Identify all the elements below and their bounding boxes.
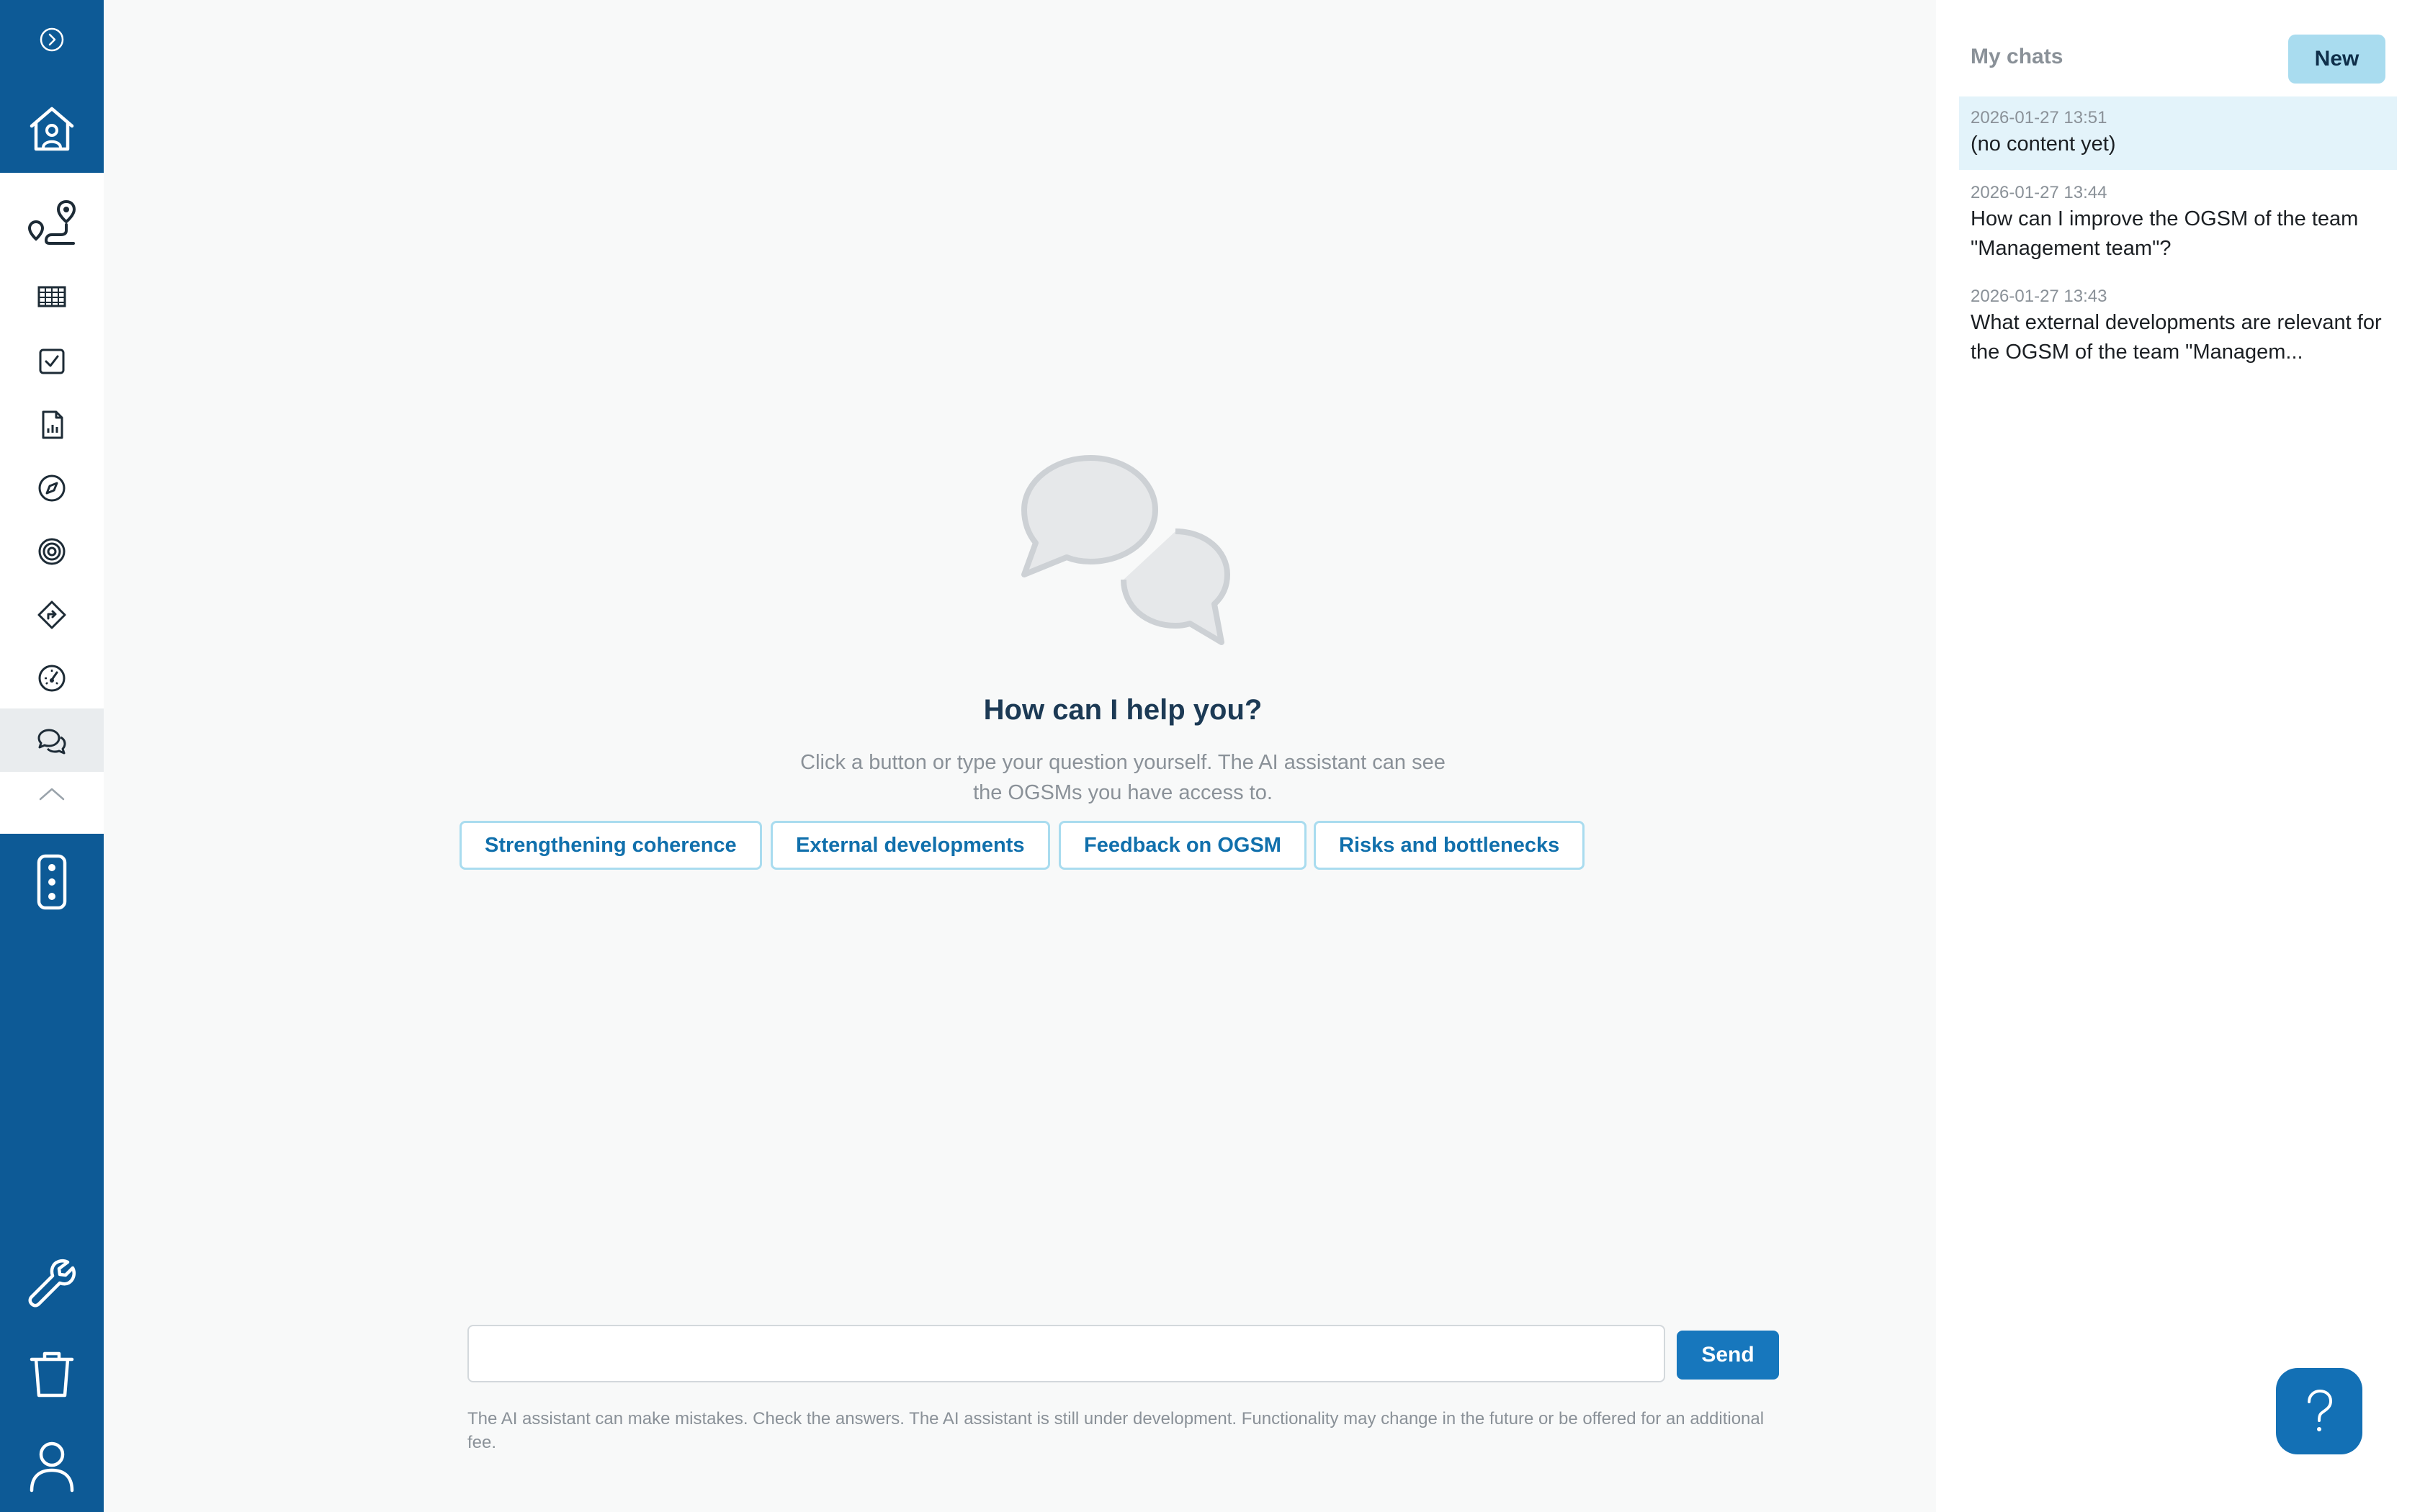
sidebar <box>0 0 104 1512</box>
chat-icon <box>37 729 66 755</box>
collapse-nav-button[interactable] <box>0 762 104 834</box>
trash-icon <box>30 1351 74 1398</box>
chat-preview: How can I improve the OGSM of the team "… <box>1971 207 2359 260</box>
home-icon <box>30 107 74 151</box>
suggestion-external-developments[interactable]: External developments <box>771 821 1050 870</box>
chevron-up-icon <box>39 788 65 801</box>
sidebar-item-traffic-light[interactable] <box>33 853 71 911</box>
route-icon <box>27 199 76 245</box>
chat-date: 2026-01-27 13:51 <box>1971 108 2107 127</box>
user-icon <box>30 1441 74 1493</box>
sidebar-item-table[interactable] <box>0 265 104 328</box>
suggestion-feedback-on-ogsm[interactable]: Feedback on OGSM <box>1059 821 1307 870</box>
chat-date: 2026-01-27 13:43 <box>1971 287 2107 306</box>
dashboard-icon <box>38 665 66 692</box>
checkbox-icon <box>39 348 65 374</box>
report-icon <box>42 410 63 439</box>
sidebar-item-trash[interactable] <box>27 1348 76 1400</box>
suggestion-risks-and-bottlenecks[interactable]: Risks and bottlenecks <box>1314 821 1585 870</box>
help-subtext: Click a button or type your question you… <box>800 751 1446 804</box>
sidebar-item-profile[interactable] <box>26 1439 78 1493</box>
disclaimer-text: The AI assistant can make mistakes. Chec… <box>467 1409 1765 1452</box>
expand-sidebar-button[interactable] <box>36 24 68 55</box>
chats-panel-title: My chats <box>1971 45 2063 68</box>
chat-preview: What external developments are relevant … <box>1971 311 2382 364</box>
sidebar-item-route[interactable] <box>0 187 104 251</box>
traffic-light-icon <box>37 854 67 910</box>
chat-main: How can I help you? Click a button or ty… <box>104 0 1936 1512</box>
wrench-icon <box>28 1259 76 1308</box>
sidebar-item-home[interactable] <box>0 90 104 169</box>
chat-date: 2026-01-27 13:44 <box>1971 183 2107 202</box>
help-heading: How can I help you? <box>983 694 1263 726</box>
table-icon <box>37 286 66 307</box>
compass-icon <box>38 474 66 502</box>
chat-list-item[interactable]: 2026-01-27 13:51 (no content yet) <box>1959 96 2397 170</box>
sidebar-item-actions[interactable] <box>0 328 104 392</box>
chat-bubbles-icon <box>1021 455 1230 645</box>
chat-list-item[interactable]: 2026-01-27 13:43 What external developme… <box>1959 275 2397 377</box>
target-icon <box>38 538 66 565</box>
sidebar-item-explore[interactable] <box>0 455 104 518</box>
new-chat-button[interactable]: New <box>2288 35 2385 84</box>
chat-input[interactable] <box>467 1325 1665 1382</box>
chat-list-item[interactable]: 2026-01-27 13:44 How can I improve the O… <box>1959 171 2397 274</box>
sidebar-item-settings[interactable] <box>26 1256 78 1308</box>
help-button[interactable] <box>2276 1368 2362 1454</box>
sidebar-item-strategies[interactable] <box>0 582 104 645</box>
direction-sign-icon <box>37 600 66 629</box>
sidebar-item-dashboard[interactable] <box>0 645 104 708</box>
question-mark-icon <box>2308 1389 2333 1431</box>
expand-icon <box>40 27 64 52</box>
sidebar-nav-panel <box>0 173 104 834</box>
sidebar-item-reports[interactable] <box>0 392 104 455</box>
chat-preview: (no content yet) <box>1971 132 2116 156</box>
chats-panel: My chats New 2026-01-27 13:51 (no conten… <box>1936 0 2420 1512</box>
suggestion-strengthening-coherence[interactable]: Strengthening coherence <box>460 821 762 870</box>
sidebar-item-goals[interactable] <box>0 518 104 582</box>
send-button[interactable]: Send <box>1677 1331 1779 1380</box>
